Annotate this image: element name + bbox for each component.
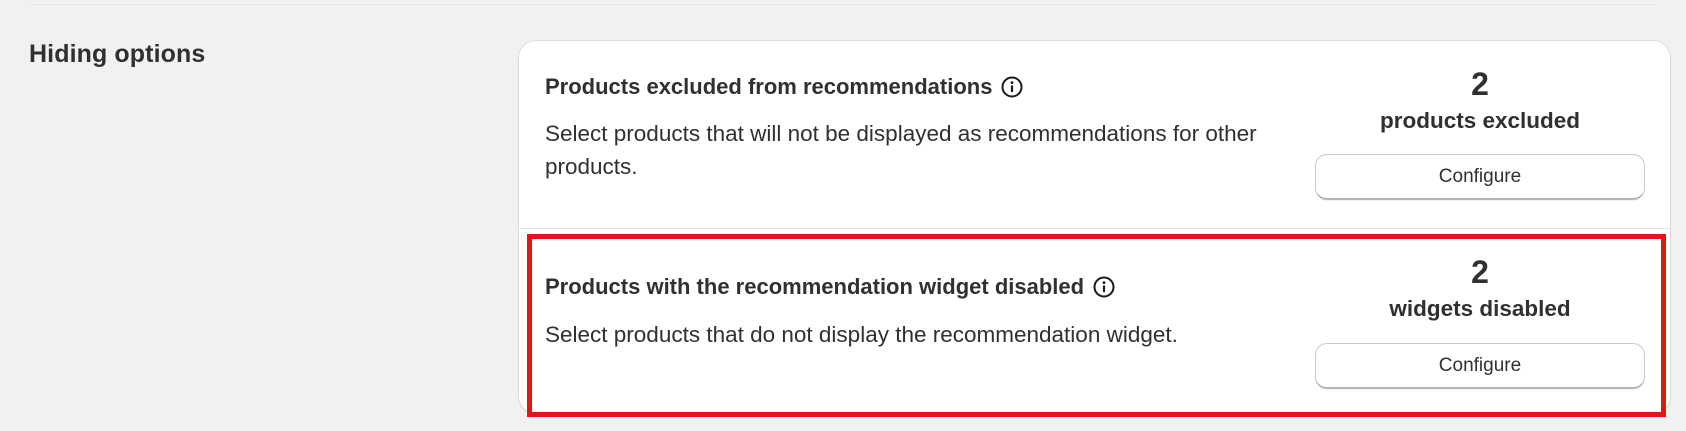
excluded-products-row: Products excluded from recommendations S… xyxy=(519,41,1670,228)
widget-disabled-count-label: widgets disabled xyxy=(1389,296,1571,321)
widget-disabled-title-group: Products with the recommendation widget … xyxy=(545,274,1116,300)
configure-excluded-products-button[interactable]: Configure xyxy=(1315,154,1645,200)
hiding-options-card: Products excluded from recommendations S… xyxy=(518,40,1671,417)
widget-disabled-stat: 2 widgets disabled xyxy=(1315,253,1645,324)
info-icon[interactable] xyxy=(1000,75,1024,99)
widget-disabled-count: 2 xyxy=(1471,254,1489,290)
excluded-products-stat: 2 products excluded xyxy=(1315,65,1645,136)
excluded-products-count-label: products excluded xyxy=(1379,108,1581,133)
excluded-products-title: Products excluded from recommendations xyxy=(545,74,993,99)
top-divider xyxy=(30,4,1656,5)
excluded-products-count: 2 xyxy=(1471,66,1489,102)
excluded-products-title-group: Products excluded from recommendations xyxy=(545,74,1024,100)
widget-disabled-description: Select products that do not display the … xyxy=(545,322,1178,347)
section-title: Hiding options xyxy=(29,40,206,68)
excluded-products-description: Select products that will not be display… xyxy=(545,121,1257,179)
configure-widget-disabled-button[interactable]: Configure xyxy=(1315,343,1645,389)
widget-disabled-title: Products with the recommendation widget … xyxy=(545,274,1085,299)
widget-disabled-row: Products with the recommendation widget … xyxy=(519,229,1670,417)
info-icon[interactable] xyxy=(1092,275,1116,299)
